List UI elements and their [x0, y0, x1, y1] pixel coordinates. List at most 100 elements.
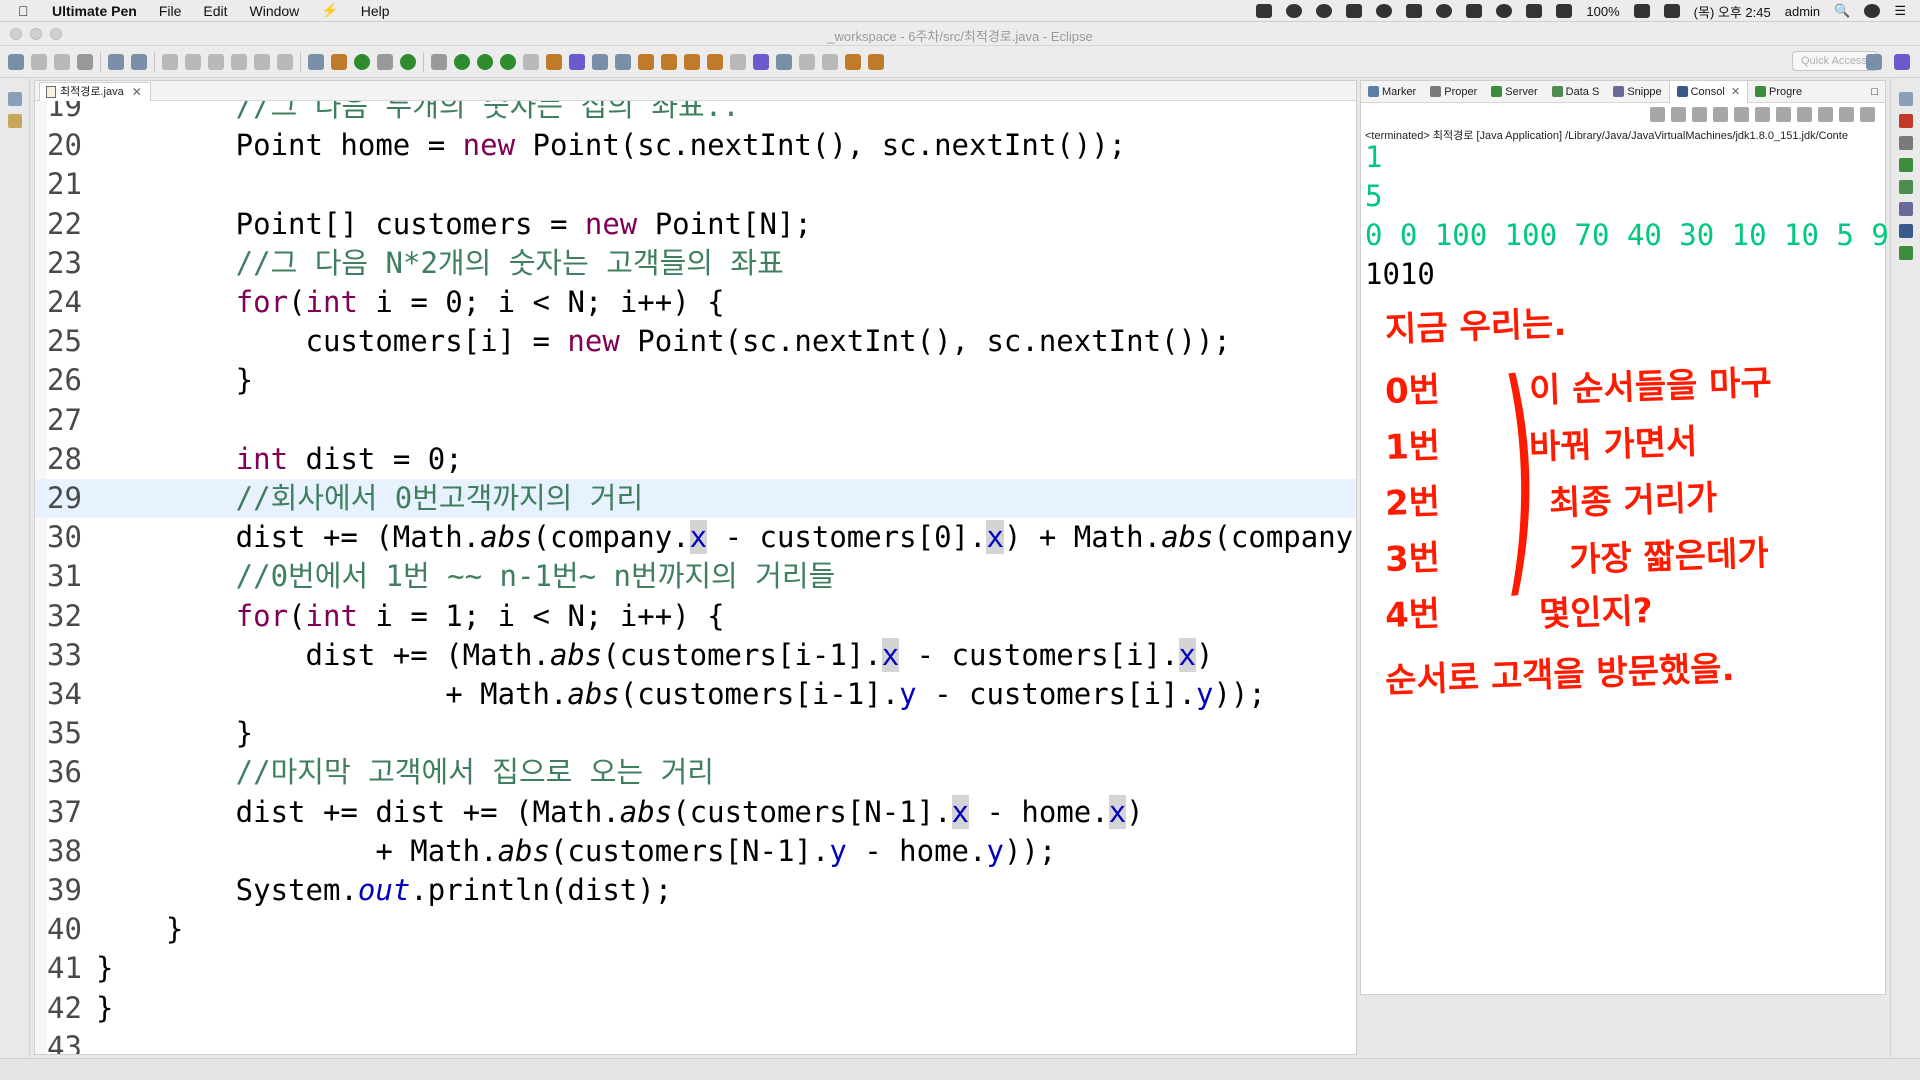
forward-icon[interactable] — [868, 53, 884, 70]
coverage-icon[interactable] — [477, 53, 493, 70]
view-tab-server[interactable]: Server — [1484, 81, 1544, 103]
view-tab-progre[interactable]: Progre — [1748, 81, 1809, 103]
save-icon[interactable] — [31, 53, 47, 70]
open-type-icon[interactable] — [308, 53, 324, 70]
cloud-icon[interactable] — [1436, 4, 1453, 18]
pencil-icon[interactable] — [684, 53, 700, 70]
battery-icon[interactable] — [1633, 4, 1650, 18]
maximize-view-icon[interactable]: □ — [1864, 81, 1885, 103]
dropbox-icon[interactable] — [1256, 4, 1273, 18]
step-into-icon[interactable] — [254, 53, 270, 70]
new-icon[interactable] — [8, 53, 24, 70]
new-java-project-icon[interactable] — [569, 53, 585, 70]
display-console-icon[interactable] — [1839, 106, 1854, 122]
code-line[interactable]: 33 dist += (Math.abs(customers[i-1].x - … — [35, 636, 1356, 675]
apple-menu-icon[interactable]:  — [18, 3, 38, 19]
code-line[interactable]: 26 } — [35, 361, 1356, 400]
view-tab-consol[interactable]: Consol ✕ — [1668, 80, 1749, 103]
code-area[interactable]: 19 //그 다음 두개의 숫자는 집의 좌표.. 20 Point home =… — [35, 101, 1356, 1054]
back-icon[interactable] — [845, 53, 861, 70]
input-source-icon[interactable] — [1663, 4, 1680, 18]
code-line[interactable]: 40 } — [35, 910, 1356, 949]
profile-icon[interactable] — [77, 53, 93, 70]
code-line[interactable]: 24 for(int i = 0; i < N; i++) { — [35, 283, 1356, 322]
new-class-icon[interactable] — [615, 53, 631, 70]
terminate-icon[interactable] — [1650, 106, 1665, 122]
code-line[interactable]: 32 for(int i = 1; i < N; i++) { — [35, 597, 1356, 636]
error-log-icon[interactable] — [1899, 114, 1913, 128]
clear-console-icon[interactable] — [1713, 106, 1728, 122]
code-line[interactable]: 42} — [35, 989, 1356, 1028]
java-run-icon[interactable] — [354, 53, 370, 70]
data-source-icon[interactable] — [1899, 180, 1913, 194]
show-on-error-icon[interactable] — [1797, 106, 1812, 122]
next-annotation-icon[interactable] — [799, 53, 815, 70]
remove-launch-icon[interactable] — [1671, 106, 1686, 122]
save-all-icon[interactable] — [54, 53, 70, 70]
lightning-icon[interactable]: ⚡ — [321, 2, 338, 19]
code-line[interactable]: 28 int dist = 0; — [35, 440, 1356, 479]
message-icon[interactable] — [1376, 4, 1393, 18]
refresh-icon[interactable] — [400, 53, 416, 70]
servers-icon[interactable] — [1899, 158, 1913, 172]
spotlight-icon[interactable]: 🔍 — [1834, 3, 1850, 19]
new-package-icon[interactable] — [592, 53, 608, 70]
menu-window[interactable]: Window — [250, 3, 300, 19]
code-line[interactable]: 31 //0번에서 1번 ~~ n-1번~ n번까지의 거리들 — [35, 557, 1356, 596]
code-line[interactable]: 35 } — [35, 714, 1356, 753]
code-line[interactable]: 22 Point[] customers = new Point[N]; — [35, 205, 1356, 244]
pin-icon[interactable] — [707, 53, 723, 70]
code-line[interactable]: 39 System.out.println(dist); — [35, 871, 1356, 910]
scroll-lock-icon[interactable] — [1734, 106, 1749, 122]
external-tools-icon[interactable] — [500, 53, 516, 70]
search-folder-icon[interactable] — [661, 53, 677, 70]
bluetooth-icon[interactable] — [1556, 4, 1573, 18]
line-icon[interactable] — [1316, 4, 1333, 18]
snippets-icon[interactable] — [1899, 202, 1913, 216]
open-perspective-icon[interactable] — [1866, 54, 1882, 70]
open-task-icon[interactable] — [331, 53, 347, 70]
menu-file[interactable]: File — [159, 3, 182, 19]
code-line[interactable]: 38 + Math.abs(customers[N-1].y - home.y)… — [35, 832, 1356, 871]
code-line[interactable]: 36 //마지막 고객에서 집으로 오는 거리 — [35, 753, 1356, 792]
view-tab-data-s[interactable]: Data S — [1545, 81, 1607, 103]
open-console-icon[interactable] — [1860, 106, 1875, 122]
code-line[interactable]: 19 //그 다음 두개의 숫자는 집의 좌표.. — [35, 101, 1356, 126]
globe-icon[interactable] — [753, 53, 769, 70]
close-icon[interactable]: ✕ — [1731, 85, 1740, 98]
code-line[interactable]: 23 //그 다음 N*2개의 숫자는 고객들의 좌표 — [35, 244, 1356, 283]
code-line[interactable]: 41} — [35, 949, 1356, 988]
window-icon[interactable] — [1466, 4, 1483, 18]
editor-tab[interactable]: 최적경로.java ✕ — [39, 82, 151, 101]
wifi-icon[interactable] — [1496, 4, 1513, 18]
menu-edit[interactable]: Edit — [203, 3, 227, 19]
volume-icon[interactable] — [1526, 4, 1543, 18]
user-name[interactable]: admin — [1785, 4, 1820, 19]
app-tray-icon[interactable] — [1346, 4, 1363, 18]
code-line[interactable]: 29 //회사에서 0번고객까지의 거리 — [35, 479, 1356, 518]
prev-annotation-icon[interactable] — [822, 53, 838, 70]
suspend-icon[interactable] — [185, 53, 201, 70]
step-over-icon[interactable] — [277, 53, 293, 70]
view-tab-snippe[interactable]: Snippe — [1606, 81, 1668, 103]
properties-icon[interactable] — [1899, 136, 1913, 150]
terminate-icon[interactable] — [208, 53, 224, 70]
word-wrap-icon[interactable] — [1755, 106, 1770, 122]
code-line[interactable]: 43 — [35, 1028, 1356, 1054]
app-menu[interactable]: Ultimate Pen — [52, 3, 137, 19]
resume-icon[interactable] — [162, 53, 178, 70]
code-line[interactable]: 21 — [35, 165, 1356, 204]
code-line[interactable]: 34 + Math.abs(customers[i-1].y - custome… — [35, 675, 1356, 714]
remove-all-icon[interactable] — [1692, 106, 1707, 122]
annotation-icon[interactable] — [730, 53, 746, 70]
siri-icon[interactable] — [1864, 4, 1881, 18]
notification-center-icon[interactable]: ☰ — [1894, 3, 1906, 19]
console-icon[interactable] — [1899, 224, 1913, 238]
stop-icon[interactable] — [523, 53, 539, 70]
restore-icon[interactable] — [1899, 92, 1913, 106]
skip-breakpoints-icon[interactable] — [131, 53, 147, 70]
code-line[interactable]: 25 customers[i] = new Point(sc.nextInt()… — [35, 322, 1356, 361]
menu-help[interactable]: Help — [361, 3, 390, 19]
run-icon[interactable] — [454, 53, 470, 70]
view-tab-marker[interactable]: Marker — [1361, 81, 1423, 103]
